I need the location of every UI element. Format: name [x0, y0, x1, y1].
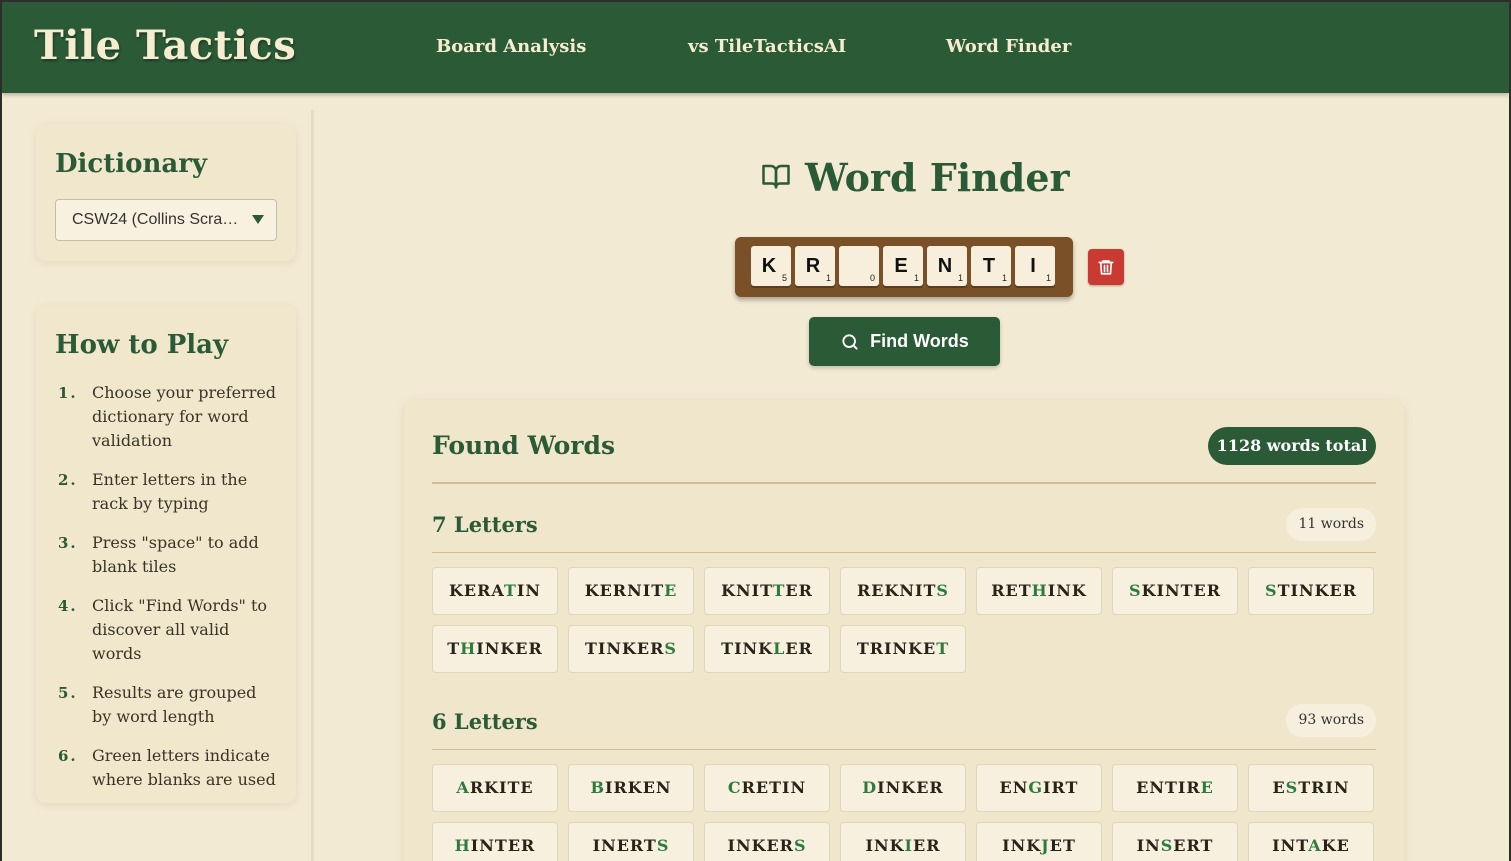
dictionary-select-value: CSW24 (Collins Scra…: [72, 211, 239, 228]
app-window: Tile Tactics Board Analysis vs TileTacti…: [0, 0, 1511, 861]
results-panel: Found Words 1128 words total 7 Letters 1…: [404, 400, 1404, 861]
page-title: Word Finder: [805, 155, 1070, 200]
rack-tile[interactable]: N1: [927, 246, 967, 286]
rack-tile[interactable]: I1: [1015, 246, 1055, 286]
brand-logo[interactable]: Tile Tactics: [34, 22, 296, 69]
rack-tile[interactable]: R1: [795, 246, 835, 286]
chevron-down-icon: [252, 215, 264, 224]
search-icon: [840, 332, 860, 352]
nav-vs-ai[interactable]: vs TileTacticsAI: [688, 36, 846, 57]
divider: [432, 482, 1376, 484]
word-chip[interactable]: TINKERS: [568, 625, 694, 673]
nav-word-finder[interactable]: Word Finder: [946, 36, 1071, 57]
word-chip[interactable]: STINKER: [1248, 567, 1374, 615]
divider: [432, 552, 1376, 553]
word-chip[interactable]: KERNITE: [568, 567, 694, 615]
step-item: 3. Press "space" to add blank tiles: [58, 533, 259, 576]
word-chip[interactable]: SKINTER: [1112, 567, 1238, 615]
how-to-play-panel: How to Play 1. Choose your preferred dict…: [36, 305, 296, 803]
word-chip[interactable]: ESTRIN: [1248, 764, 1374, 812]
word-chip[interactable]: KNITTER: [704, 567, 830, 615]
group-count-6: 93 words: [1286, 704, 1376, 737]
nav-board-analysis[interactable]: Board Analysis: [436, 36, 586, 57]
book-open-icon: [759, 161, 793, 195]
word-chip[interactable]: ENGIRT: [976, 764, 1102, 812]
total-words-badge: 1128 words total: [1208, 427, 1376, 465]
page-title-row: Word Finder: [759, 155, 1070, 200]
clear-rack-button[interactable]: [1088, 249, 1124, 285]
word-chip[interactable]: KERATIN: [432, 567, 558, 615]
group-count-7: 11 words: [1286, 508, 1376, 541]
trash-icon: [1097, 258, 1115, 280]
dictionary-panel: Dictionary CSW24 (Collins Scra…: [36, 124, 296, 261]
word-grid-6: ARKITE BIRKEN CRETIN DINKER ENGIRT ENTIRE ESTR…: [432, 764, 1376, 861]
top-nav-bar: Tile Tactics Board Analysis vs TileTacti…: [2, 2, 1509, 93]
word-chip[interactable]: DINKER: [840, 764, 966, 812]
dictionary-title: Dictionary: [55, 149, 208, 179]
step-item: 4. Click "Find Words" to discover all val…: [58, 596, 268, 663]
word-chip[interactable]: TRINKET: [840, 625, 966, 673]
step-item: 1. Choose your preferred dictionary for w…: [58, 383, 277, 450]
word-chip[interactable]: RETHINK: [976, 567, 1102, 615]
word-chip[interactable]: INERTS: [568, 822, 694, 861]
word-chip[interactable]: INKERS: [704, 822, 830, 861]
step-item: 5. Results are grouped by word length: [58, 683, 257, 726]
rack-tile[interactable]: T1: [971, 246, 1011, 286]
word-chip[interactable]: INSERT: [1112, 822, 1238, 861]
word-chip[interactable]: INTAKE: [1248, 822, 1374, 861]
word-chip[interactable]: BIRKEN: [568, 764, 694, 812]
word-grid-7: KERATIN KERNITE KNITTER REKNITS RETHINK SKINT…: [432, 567, 1376, 673]
sidebar-divider: [311, 110, 314, 861]
word-chip[interactable]: REKNITS: [840, 567, 966, 615]
rack-tile-blank[interactable]: 0: [839, 246, 879, 286]
how-to-play-title: How to Play: [55, 330, 229, 360]
dictionary-select[interactable]: CSW24 (Collins Scra…: [55, 199, 277, 241]
tile-rack[interactable]: K5 R1 0 E1 N1 T1 I1: [735, 237, 1073, 297]
word-chip[interactable]: TINKLER: [704, 625, 830, 673]
group-title-6: 6 Letters: [432, 709, 538, 734]
word-chip[interactable]: HINTER: [432, 822, 558, 861]
results-title: Found Words: [432, 431, 616, 460]
step-item: 6. Green letters indicate where blanks ar…: [58, 746, 276, 789]
step-item: 2. Enter letters in the rack by typing: [58, 470, 248, 513]
rack-tile[interactable]: K5: [751, 246, 791, 286]
group-title-7: 7 Letters: [432, 512, 538, 537]
word-chip[interactable]: INKIER: [840, 822, 966, 861]
word-chip[interactable]: ARKITE: [432, 764, 558, 812]
word-chip[interactable]: CRETIN: [704, 764, 830, 812]
word-chip[interactable]: THINKER: [432, 625, 558, 673]
how-to-play-steps: 1. Choose your preferred dictionary for w…: [58, 381, 278, 807]
word-chip[interactable]: INKJET: [976, 822, 1102, 861]
find-words-label: Find Words: [870, 331, 969, 351]
find-words-button[interactable]: Find Words: [809, 317, 1000, 366]
word-chip[interactable]: ENTIRE: [1112, 764, 1238, 812]
rack-tile[interactable]: E1: [883, 246, 923, 286]
divider: [432, 749, 1376, 750]
